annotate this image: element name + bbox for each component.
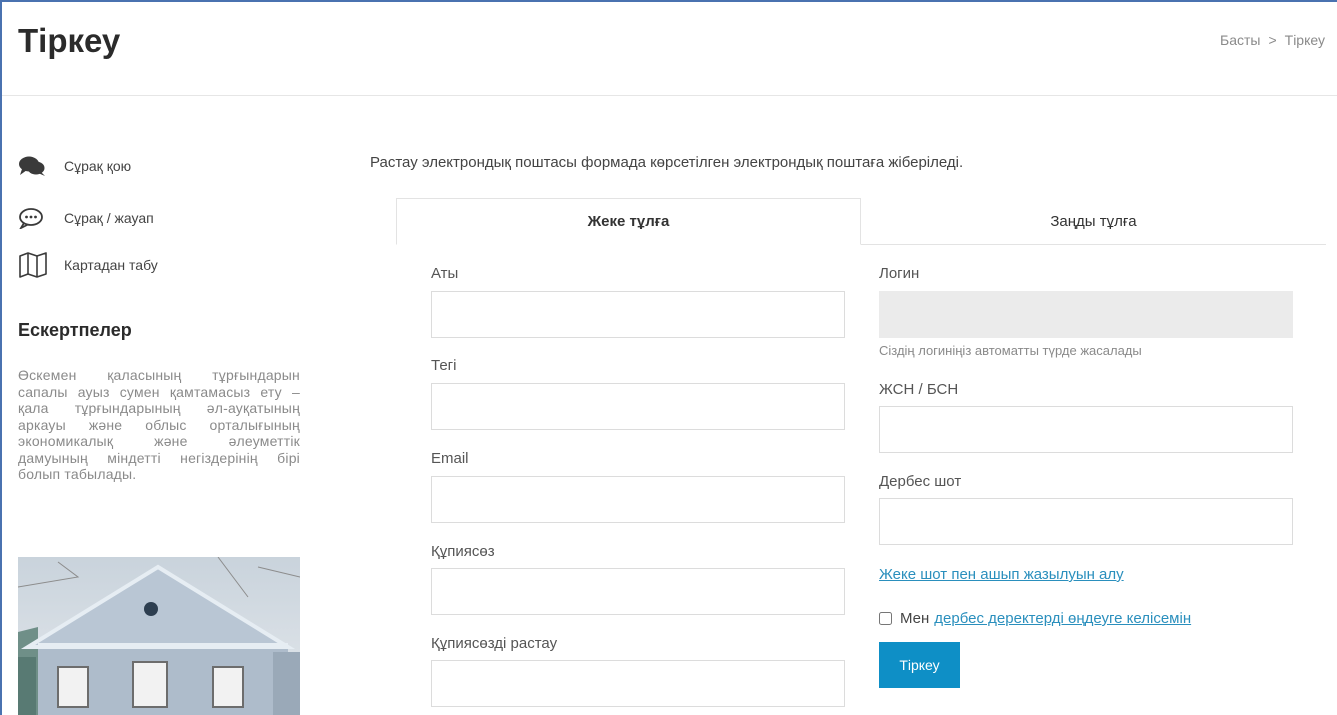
breadcrumb-separator-icon: > [1268,32,1277,48]
breadcrumb: Басты > Тіркеу [1220,32,1325,48]
password-confirm-label: Құпиясөзді растау [431,635,558,652]
agree-checkbox[interactable] [879,612,892,625]
tab-label: Жеке тұлға [587,213,670,230]
sidebar-item-find-on-map[interactable]: Картадан табу [18,252,158,278]
password-confirm-input[interactable] [431,660,845,707]
last-name-input[interactable] [431,383,845,430]
login-label: Логин [879,265,920,282]
agree-link[interactable]: дербес деректерді өңдеуге келісемін [934,610,1191,627]
iin-label: ЖСН / БСН [879,381,959,398]
page-title: Тіркеу [18,22,121,59]
tab-individual[interactable]: Жеке тұлға [396,198,861,245]
sidebar-item-label: Картадан табу [64,257,158,273]
speech-bubble-icon [18,206,48,230]
sidebar-item-faq[interactable]: Сұрақ / жауап [18,206,154,230]
tab-label: Заңды тұлға [1050,213,1137,230]
last-name-label: Тегі [431,357,457,374]
breadcrumb-home-link[interactable]: Басты [1220,32,1260,48]
first-name-input[interactable] [431,291,845,338]
tab-legal-entity[interactable]: Заңды тұлға [861,198,1326,245]
login-input [879,291,1293,338]
notes-title: Ескертпелер [18,320,132,340]
agree-prefix: Мен [900,610,930,627]
password-label: Құпиясөз [431,543,495,560]
email-input[interactable] [431,476,845,523]
account-input[interactable] [879,498,1293,545]
account-label: Дербес шот [879,473,962,490]
password-input[interactable] [431,568,845,615]
breadcrumb-current: Тіркеу [1284,32,1325,48]
sidebar-item-label: Сұрақ қою [64,158,132,174]
intro-text: Растау электрондық поштасы формада көрсе… [370,154,964,171]
register-button[interactable]: Тіркеу [879,642,960,688]
iin-input[interactable] [879,406,1293,453]
sidebar-item-label: Сұрақ / жауап [64,210,154,226]
login-help-text: Сіздің логиніңіз автоматты түрде жасалад… [879,343,1142,358]
building-photo [18,557,300,715]
page-header: Тіркеу Басты > Тіркеу [2,2,1337,96]
agree-row: Мен дербес деректерді өңдеуге келісемін [879,610,1191,627]
map-icon [18,252,48,278]
chat-bubbles-icon [18,154,48,178]
first-name-label: Аты [431,265,459,282]
account-link[interactable]: Жеке шот пен ашып жазылуын алу [879,566,1124,583]
email-label: Email [431,450,469,467]
notes-text: Өскемен қаласының тұрғындарын сапалы ауы… [18,367,300,482]
sidebar-item-ask-question[interactable]: Сұрақ қою [18,154,131,178]
